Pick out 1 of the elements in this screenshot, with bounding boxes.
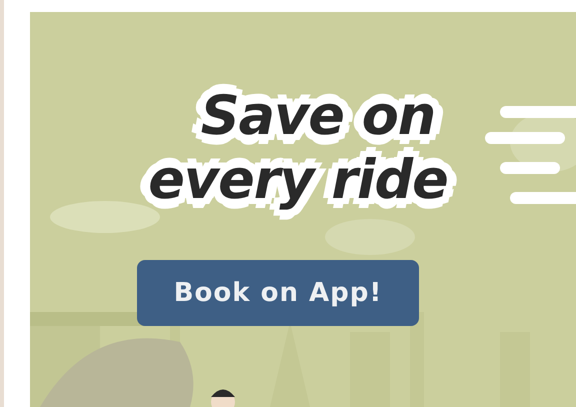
book-on-app-button[interactable]: Book on App! — [137, 260, 419, 326]
